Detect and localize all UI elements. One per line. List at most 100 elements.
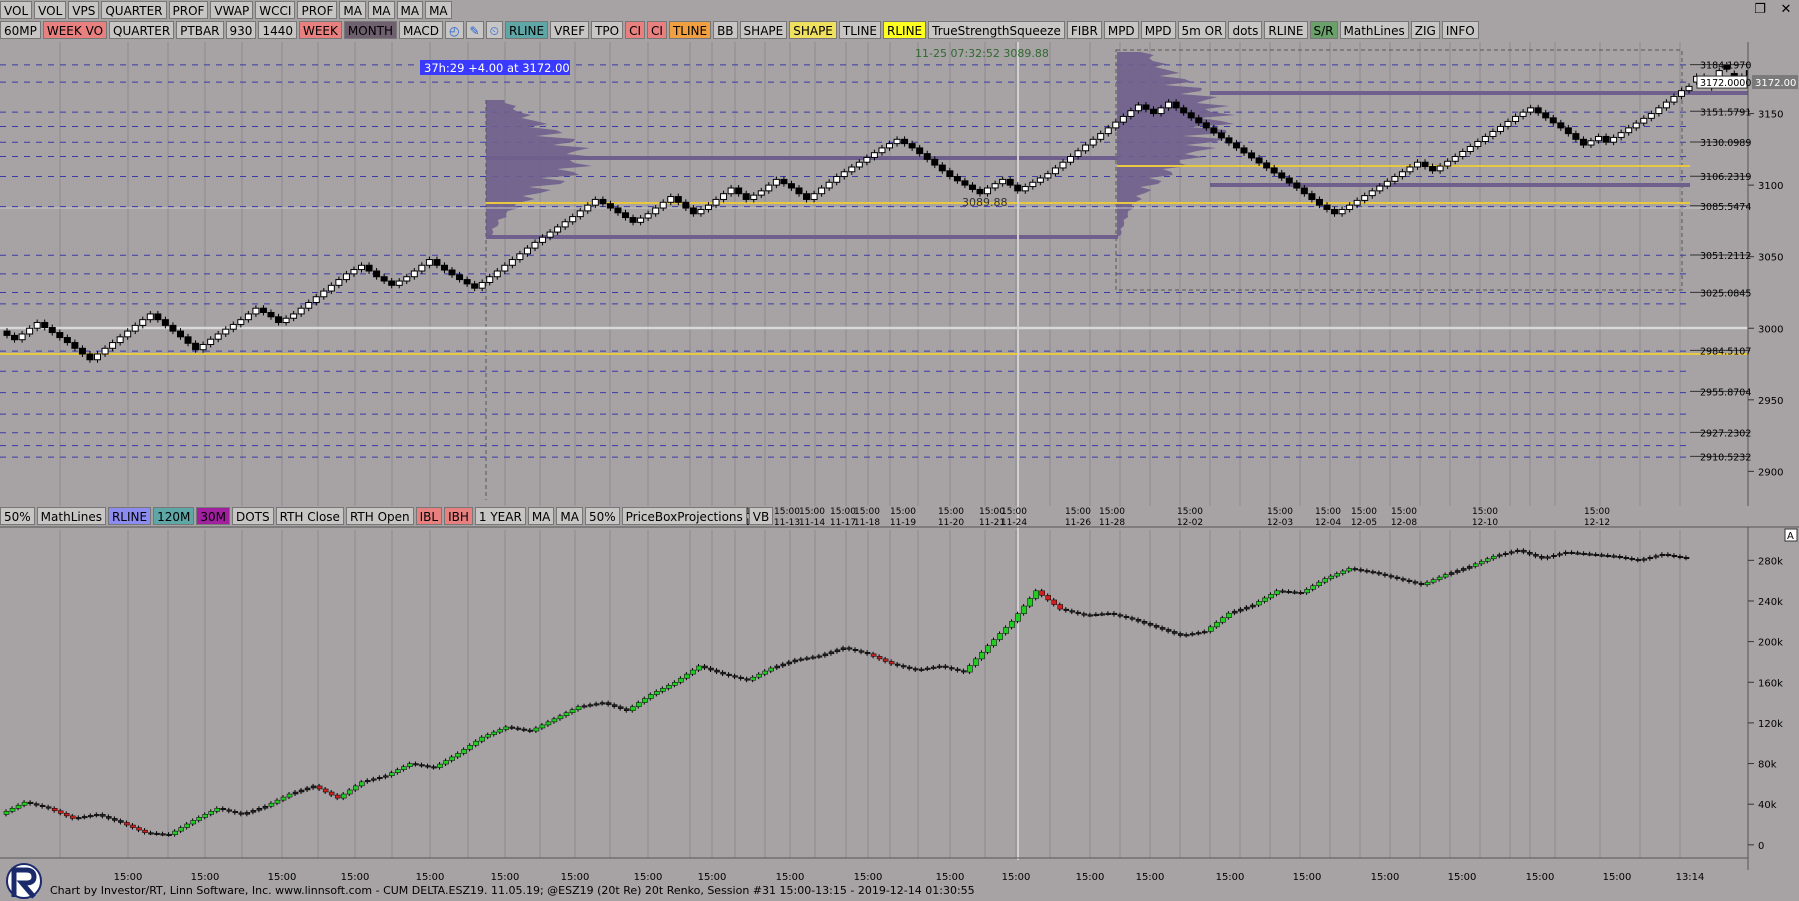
delta-down-bar (708, 667, 714, 671)
delta-down-bar (69, 815, 76, 819)
delta-axis-label: 160k (1758, 678, 1783, 689)
renko-up-bar (984, 187, 992, 195)
toolbar-button-ibl[interactable]: IBL (415, 507, 443, 525)
delta-x-label: 15:00 (776, 872, 805, 883)
delta-down-bar (1533, 553, 1539, 557)
delta-up-bar (575, 706, 582, 710)
delta-up-bar (1105, 612, 1112, 615)
delta-down-bar (100, 814, 106, 817)
renko-down-bar (161, 319, 169, 326)
renko-up-bar (1346, 204, 1354, 210)
renko-down-bar (1564, 127, 1572, 135)
level-price-label: 2984.5107 (1700, 346, 1751, 357)
renko-up-bar (1398, 171, 1406, 178)
renko-up-bar (1670, 95, 1678, 103)
toolbar-button-30m[interactable]: 30M (196, 507, 230, 525)
toolbar-button-1-year[interactable]: 1 YEAR (474, 507, 526, 525)
renko-up-bar (1157, 107, 1165, 115)
delta-up-bar (1232, 610, 1238, 614)
delta-up-bar (1563, 551, 1569, 554)
renko-down-bar (1572, 133, 1580, 140)
delta-down-bar (238, 812, 245, 815)
delta-down-bar (900, 665, 907, 668)
delta-up-bar (804, 657, 811, 660)
renko-up-bar (569, 216, 577, 223)
delta-up-bar (1340, 570, 1347, 574)
delta-up-bar (1202, 631, 1208, 634)
renko-up-bar (870, 152, 878, 158)
cursor-price-label: 3089.88 (962, 196, 1008, 209)
delta-up-bar (503, 726, 510, 730)
toolbar-button-dots[interactable]: DOTS (231, 507, 274, 525)
toolbar-button-50-[interactable]: 50% (0, 507, 35, 525)
delta-down-bar (726, 673, 732, 676)
toolbar-button-vb[interactable]: VB (748, 507, 774, 525)
renko-up-bar (531, 241, 539, 249)
delta-axis-label: 80k (1758, 760, 1777, 771)
delta-up-bar (371, 778, 377, 781)
renko-down-bar (1549, 117, 1557, 124)
renko-up-bar (244, 313, 252, 321)
renko-up-bar (18, 333, 26, 341)
delta-up-bar (389, 772, 395, 776)
renko-up-bar (1127, 110, 1135, 117)
delta-up-bar (1515, 549, 1521, 552)
delta-down-bar (1671, 554, 1678, 557)
chart-area[interactable]: 2900 2950 3000 3050 3100 3150 3184.1970 3151.57… (0, 0, 1799, 901)
delta-x-label: 15:00 (1448, 872, 1477, 883)
toolbar-button-120m[interactable]: 120M (153, 507, 195, 525)
renko-down-bar (976, 188, 984, 195)
delta-up-bar (1262, 597, 1268, 602)
toolbar-button-ma[interactable]: MA (527, 507, 555, 525)
right-axis-tick-label: 2950 (1758, 396, 1783, 407)
x-axis-time-label: 15:00 (1099, 507, 1125, 517)
delta-up-bar (274, 799, 281, 804)
x-axis-time-label: 15:00 (1315, 507, 1341, 517)
delta-x-label: 15:00 (854, 872, 883, 883)
renko-up-bar (395, 280, 403, 286)
delta-up-bar (1238, 608, 1244, 612)
renko-up-bar (1647, 113, 1655, 119)
renko-up-bar (501, 264, 509, 272)
toolbar-button-rline[interactable]: RLINE (107, 507, 152, 525)
delta-up-bar (1346, 568, 1353, 572)
delta-up-bar (1430, 579, 1437, 583)
delta-up-bar (190, 820, 196, 825)
delta-down-bar (1045, 595, 1051, 601)
toolbar-button-ibh[interactable]: IBH (444, 507, 473, 525)
toolbar-button-rth-close[interactable]: RTH Close (275, 507, 344, 525)
delta-up-bar (786, 661, 793, 665)
info-box-text: 37h:29 +4.00 at 3172.00 (424, 61, 570, 75)
delta-up-bar (497, 729, 504, 733)
delta-up-bar (1557, 553, 1563, 556)
x-axis-date-label: 12-02 (1177, 518, 1203, 528)
delta-down-bar (870, 653, 877, 657)
delta-down-bar (142, 829, 148, 833)
delta-up-bar (1328, 575, 1334, 579)
delta-down-bar (1147, 623, 1154, 626)
toolbar-button-ma[interactable]: MA (556, 507, 583, 525)
renko-up-bar (290, 313, 298, 319)
x-axis-time-label: 15:00 (938, 507, 964, 517)
delta-down-bar (226, 809, 233, 812)
delta-up-bar (1436, 576, 1443, 580)
delta-down-bar (605, 702, 612, 705)
delta-up-bar (298, 789, 305, 793)
delta-down-bar (912, 668, 919, 671)
renko-up-bar (1474, 140, 1482, 147)
renko-up-bar (410, 270, 418, 278)
delta-down-bar (130, 824, 136, 828)
delta-down-bar (702, 665, 708, 669)
delta-up-bar (1316, 581, 1322, 586)
renko-down-bar (63, 337, 71, 344)
renko-up-bar (1074, 150, 1082, 157)
delta-up-bar (1647, 557, 1654, 560)
toolbar-button-50-[interactable]: 50% (584, 507, 620, 525)
toolbar-button-mathlines[interactable]: MathLines (36, 507, 106, 525)
toolbar-button-rth-open[interactable]: RTH Open (345, 507, 414, 525)
renko-up-bar (659, 201, 667, 209)
renko-up-bar (1338, 208, 1346, 215)
toolbar-button-priceboxprojections[interactable]: PriceBoxProjections (621, 507, 747, 525)
delta-down-bar (1069, 610, 1076, 613)
x-axis-time-label: 15:00 (1472, 507, 1498, 517)
